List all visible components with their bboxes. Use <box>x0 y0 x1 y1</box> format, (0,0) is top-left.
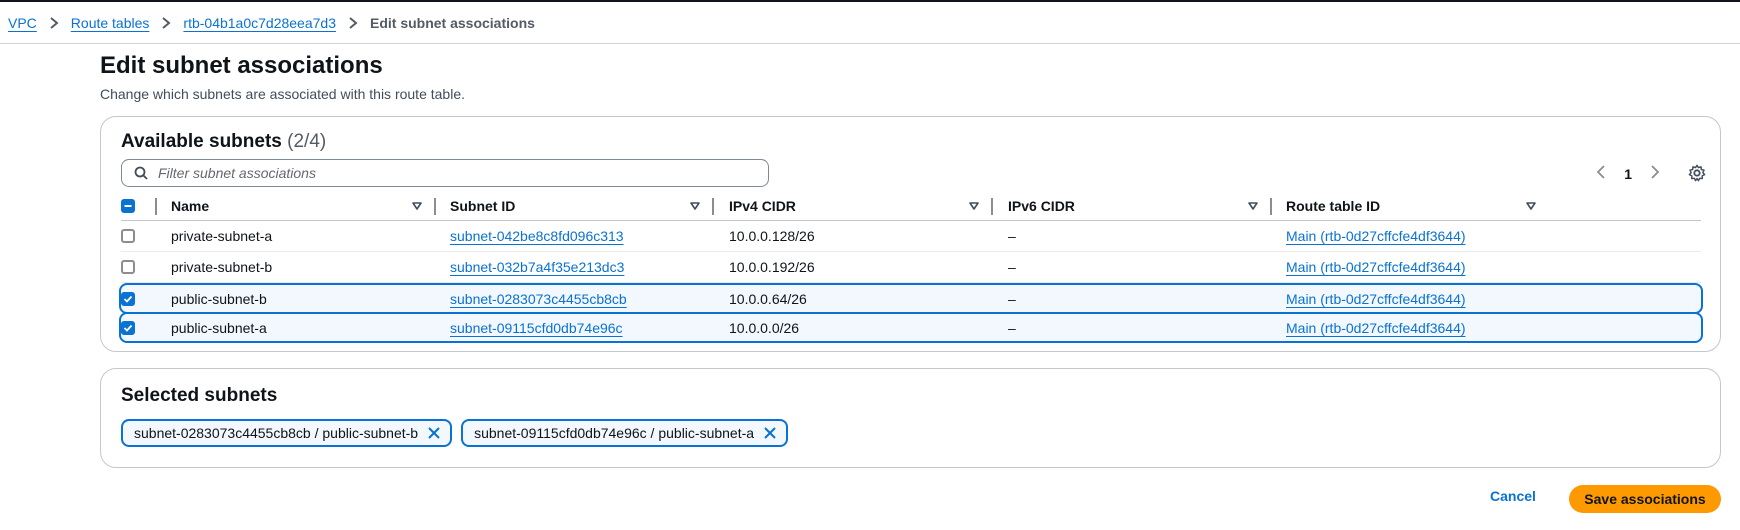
table-row-selected[interactable]: public-subnet-b subnet-0283073c4455cb8cb… <box>119 283 1703 314</box>
chevron-right-icon <box>161 16 171 29</box>
cell-route-table-link[interactable]: Main (rtb-0d27cffcfe4df3644) <box>1286 285 1466 312</box>
cell-ipv4: 10.0.0.64/26 <box>729 290 807 307</box>
cell-subnet-id-link[interactable]: subnet-032b7a4f35e213dc3 <box>450 252 624 282</box>
row-checkbox-cell <box>121 285 135 312</box>
token-label: subnet-09115cfd0db74e96c / public-subnet… <box>474 425 755 441</box>
cancel-button[interactable]: Cancel <box>1490 488 1536 504</box>
breadcrumb-route-table-id[interactable]: rtb-04b1a0c7d28eea7d3 <box>183 15 336 31</box>
table-row-selected[interactable]: public-subnet-a subnet-09115cfd0db74e96c… <box>119 312 1703 343</box>
page-description: Change which subnets are associated with… <box>100 86 465 102</box>
table-header: Name Subnet ID IPv4 CIDR IPv6 CIDR Route… <box>121 191 1701 221</box>
column-header-subnet-id[interactable]: Subnet ID <box>450 191 701 221</box>
table-row[interactable]: private-subnet-b subnet-032b7a4f35e213dc… <box>121 252 1701 283</box>
cell-ipv4: 10.0.0.192/26 <box>729 259 815 275</box>
chevron-right-icon <box>49 16 59 29</box>
column-header-name-label: Name <box>171 198 210 214</box>
column-divider <box>155 198 157 215</box>
cell-ipv6: – <box>1008 228 1016 244</box>
breadcrumb: VPC Route tables rtb-04b1a0c7d28eea7d3 E… <box>0 2 1740 44</box>
search-icon <box>134 166 148 180</box>
close-icon[interactable] <box>426 425 442 441</box>
cell-name: public-subnet-a <box>171 319 267 336</box>
column-header-route-table-id-label: Route table ID <box>1286 198 1381 214</box>
available-subnets-container: Available subnets (2/4) 1 Name <box>100 116 1721 352</box>
row-checkbox[interactable] <box>121 229 135 243</box>
sort-caret-icon[interactable] <box>1525 200 1537 212</box>
chevron-right-icon[interactable] <box>1650 165 1660 182</box>
selected-subnets-title: Selected subnets <box>121 385 278 406</box>
table-row[interactable]: private-subnet-a subnet-042be8c8fd096c31… <box>121 221 1701 252</box>
column-divider <box>1270 198 1272 215</box>
subnet-token: subnet-09115cfd0db74e96c / public-subnet… <box>461 419 789 447</box>
column-header-ipv4[interactable]: IPv4 CIDR <box>729 191 980 221</box>
cell-name: public-subnet-b <box>171 290 267 307</box>
available-subnets-title: Available subnets (2/4) <box>121 131 326 153</box>
page-number[interactable]: 1 <box>1624 166 1632 182</box>
column-divider <box>434 198 436 215</box>
filter-input[interactable] <box>158 165 748 181</box>
cell-name: private-subnet-b <box>171 259 273 275</box>
subnet-token: subnet-0283073c4455cb8cb / public-subnet… <box>121 419 453 447</box>
column-header-subnet-id-label: Subnet ID <box>450 198 516 214</box>
settings-gear-icon[interactable] <box>1688 164 1706 182</box>
select-all-cell <box>121 191 143 221</box>
breadcrumb-route-tables[interactable]: Route tables <box>71 15 150 31</box>
breadcrumb-vpc[interactable]: VPC <box>8 15 37 31</box>
column-header-route-table-id[interactable]: Route table ID <box>1286 191 1537 221</box>
row-checkbox-cell <box>121 252 135 282</box>
token-label: subnet-0283073c4455cb8cb / public-subnet… <box>134 425 419 441</box>
chevron-right-icon <box>348 16 358 29</box>
column-header-ipv6[interactable]: IPv6 CIDR <box>1008 191 1259 221</box>
sort-caret-icon[interactable] <box>689 200 701 212</box>
cell-ipv6: – <box>1008 319 1016 336</box>
breadcrumb-current: Edit subnet associations <box>369 14 535 31</box>
selected-subnets-container: Selected subnets subnet-0283073c4455cb8c… <box>100 368 1721 468</box>
cell-ipv4: 10.0.0.0/26 <box>729 319 800 336</box>
checkmark-icon <box>123 324 133 332</box>
row-checkbox-checked[interactable] <box>121 320 135 335</box>
column-header-ipv4-label: IPv4 CIDR <box>729 198 796 214</box>
cell-ipv6: – <box>1008 259 1016 275</box>
row-checkbox-cell <box>121 221 135 251</box>
cell-route-table-link[interactable]: Main (rtb-0d27cffcfe4df3644) <box>1286 252 1466 282</box>
cell-ipv4: 10.0.0.128/26 <box>729 228 815 244</box>
available-subnets-title-text: Available subnets <box>121 131 282 152</box>
save-associations-button[interactable]: Save associations <box>1569 485 1721 513</box>
cell-subnet-id-link[interactable]: subnet-042be8c8fd096c313 <box>450 221 624 251</box>
pagination: 1 <box>1596 165 1660 182</box>
sort-caret-icon[interactable] <box>968 200 980 212</box>
cell-route-table-link[interactable]: Main (rtb-0d27cffcfe4df3644) <box>1286 221 1466 251</box>
close-icon[interactable] <box>762 425 778 441</box>
cell-ipv6: – <box>1008 290 1016 307</box>
subnets-table: Name Subnet ID IPv4 CIDR IPv6 CIDR Route… <box>119 191 1703 343</box>
row-checkbox-checked[interactable] <box>121 291 135 306</box>
cell-subnet-id-link[interactable]: subnet-09115cfd0db74e96c <box>450 314 623 341</box>
column-header-ipv6-label: IPv6 CIDR <box>1008 198 1075 214</box>
page-title: Edit subnet associations <box>100 52 383 79</box>
checkmark-icon <box>123 295 133 303</box>
sort-caret-icon[interactable] <box>411 200 423 212</box>
column-divider <box>991 198 993 215</box>
available-subnets-count: (2/4) <box>287 131 327 152</box>
cell-subnet-id-link[interactable]: subnet-0283073c4455cb8cb <box>450 285 627 312</box>
column-divider <box>712 198 714 215</box>
row-checkbox-cell <box>121 314 135 341</box>
cell-name: private-subnet-a <box>171 228 273 244</box>
cell-route-table-link[interactable]: Main (rtb-0d27cffcfe4df3644) <box>1286 314 1466 341</box>
row-checkbox[interactable] <box>121 260 135 274</box>
filter-box[interactable] <box>121 159 769 187</box>
chevron-left-icon[interactable] <box>1596 165 1606 182</box>
select-all-checkbox[interactable] <box>121 199 135 213</box>
column-header-name[interactable]: Name <box>171 191 423 221</box>
token-group: subnet-0283073c4455cb8cb / public-subnet… <box>121 419 789 447</box>
sort-caret-icon[interactable] <box>1247 200 1259 212</box>
